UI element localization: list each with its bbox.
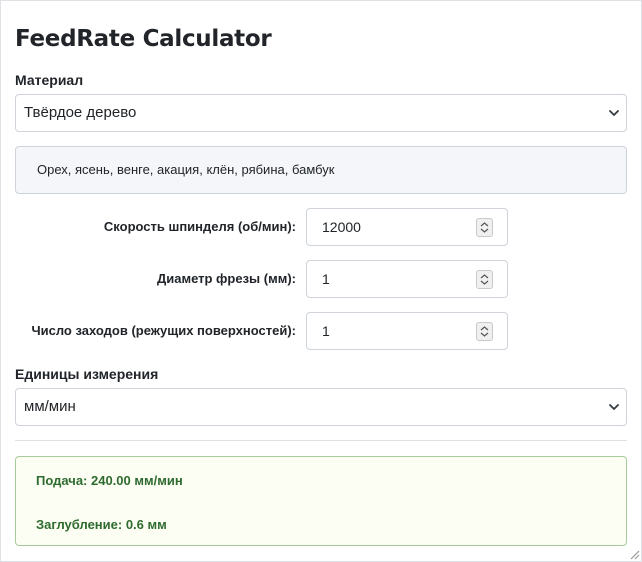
cutter-diameter-input[interactable]: 1 [306, 260, 508, 298]
units-select-value: мм/мин [24, 398, 76, 415]
units-label: Единицы измерения [15, 366, 159, 382]
stepper-arrows-icon [480, 222, 489, 233]
chevron-down-icon [609, 110, 619, 116]
flutes-input[interactable]: 1 [306, 312, 508, 350]
chevron-down-icon [609, 404, 619, 410]
divider [15, 440, 627, 441]
stepper-arrows-icon [480, 274, 489, 285]
depth-result: Заглубление: 0.6 мм [36, 517, 167, 532]
result-panel: Подача: 240.00 мм/мин Заглубление: 0.6 м… [15, 456, 627, 546]
spindle-speed-value: 12000 [322, 219, 361, 235]
flutes-label: Число заходов (режущих поверхностей): [31, 323, 296, 338]
material-select-value: Твёрдое дерево [24, 104, 137, 121]
material-select[interactable]: Твёрдое дерево [15, 94, 627, 132]
flutes-stepper[interactable] [476, 322, 493, 341]
units-select[interactable]: мм/мин [15, 388, 627, 426]
cutter-diameter-stepper[interactable] [476, 270, 493, 289]
spindle-speed-label: Скорость шпинделя (об/мин): [103, 219, 296, 234]
material-label: Материал [15, 72, 84, 88]
material-description: Орех, ясень, венге, акация, клён, рябина… [15, 146, 627, 194]
feed-result: Подача: 240.00 мм/мин [36, 473, 183, 488]
resize-grip-icon[interactable] [628, 548, 640, 560]
cutter-diameter-label: Диаметр фрезы (мм): [156, 271, 296, 286]
spindle-speed-stepper[interactable] [476, 218, 493, 237]
cutter-diameter-value: 1 [322, 271, 330, 287]
spindle-speed-input[interactable]: 12000 [306, 208, 508, 246]
flutes-value: 1 [322, 323, 330, 339]
page-title: FeedRate Calculator [15, 26, 272, 52]
stepper-arrows-icon [480, 326, 489, 337]
